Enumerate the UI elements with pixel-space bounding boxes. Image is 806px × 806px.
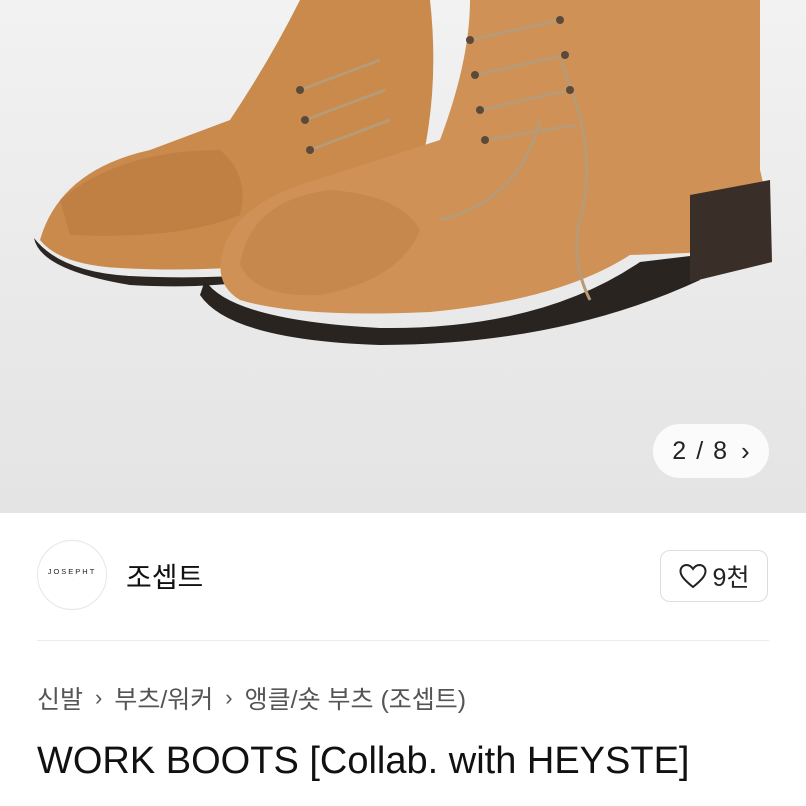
current-image-index: 2 <box>672 436 687 465</box>
chevron-right-icon[interactable]: › <box>741 438 750 464</box>
counter-separator: / <box>696 436 704 465</box>
divider <box>37 640 769 641</box>
like-count: 9천 <box>712 564 750 592</box>
breadcrumb-item[interactable]: 부츠/워커 <box>114 680 213 716</box>
heart-outline-icon <box>679 563 707 589</box>
image-counter[interactable]: 2 / 8 › <box>653 424 769 478</box>
breadcrumb: 신발 › 부츠/워커 › 앵클/숏 부츠 (조셉트) <box>37 680 466 716</box>
chevron-right-icon: › <box>225 685 233 710</box>
product-image-gallery[interactable]: 2 / 8 › <box>0 0 806 513</box>
seller-name[interactable]: 조셉트 <box>126 556 203 596</box>
breadcrumb-item[interactable]: 신발 <box>37 680 83 716</box>
seller-logo-subtext: · <box>71 578 73 583</box>
total-image-count: 8 <box>713 436 728 465</box>
like-button[interactable]: 9천 <box>660 550 768 602</box>
seller-logo-text: JOSEPHT <box>47 567 97 576</box>
seller-logo[interactable]: JOSEPHT · <box>37 540 107 610</box>
product-title: WORK BOOTS [Collab. with HEYSTE] <box>37 740 690 782</box>
chevron-right-icon: › <box>95 685 103 710</box>
breadcrumb-item[interactable]: 앵클/숏 부츠 (조셉트) <box>245 680 467 716</box>
